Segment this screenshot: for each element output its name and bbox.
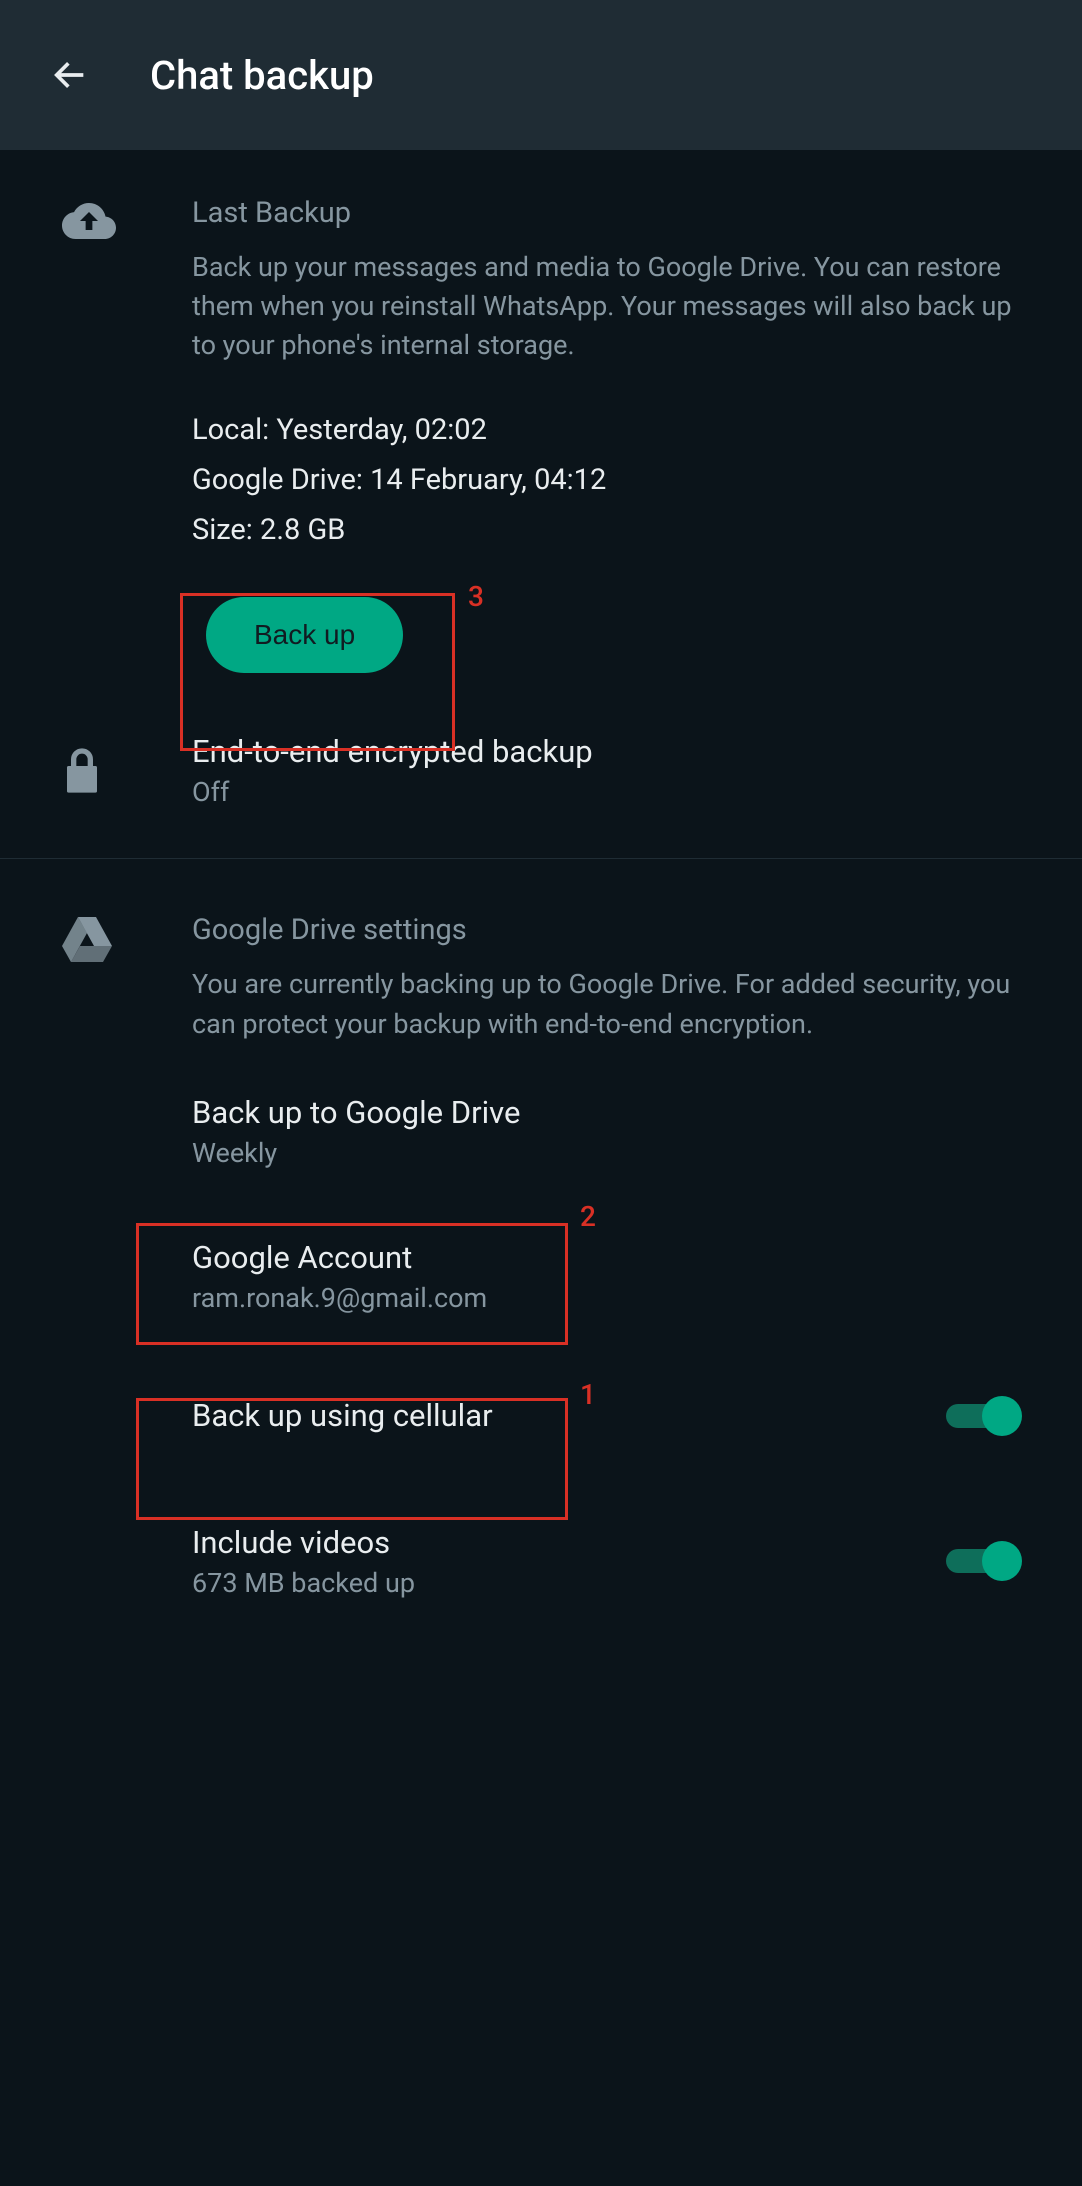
- page-title: Chat backup: [150, 52, 374, 99]
- drive-backup-line: Google Drive: 14 February, 04:12: [192, 463, 1018, 497]
- include-videos-sub: 673 MB backed up: [192, 1567, 922, 1599]
- e2e-status: Off: [192, 776, 1018, 808]
- arrow-left-icon: [50, 55, 90, 95]
- videos-toggle[interactable]: [946, 1541, 1022, 1581]
- size-line: Size: 2.8 GB: [192, 513, 1018, 547]
- app-header: Chat backup: [0, 0, 1082, 150]
- google-account-title: Google Account: [192, 1239, 1018, 1276]
- drive-settings-section: Google Drive settings You are currently …: [0, 859, 1082, 1053]
- google-account-value: ram.ronak.9@gmail.com: [192, 1282, 1018, 1314]
- cellular-toggle[interactable]: [946, 1396, 1022, 1436]
- local-backup-line: Local: Yesterday, 02:02: [192, 413, 1018, 447]
- google-account-row[interactable]: Google Account ram.ronak.9@gmail.com: [0, 1199, 1082, 1344]
- last-backup-heading: Last Backup: [192, 196, 1018, 230]
- e2e-encryption-row[interactable]: End-to-end encrypted backup Off: [0, 673, 1082, 834]
- back-button[interactable]: [46, 51, 94, 99]
- backup-frequency-value: Weekly: [192, 1137, 1018, 1169]
- lock-icon: [62, 746, 102, 796]
- cellular-backup-title: Back up using cellular: [192, 1397, 493, 1434]
- backup-button[interactable]: Back up: [206, 597, 403, 673]
- cellular-backup-row[interactable]: Back up using cellular: [0, 1344, 1082, 1488]
- backup-frequency-row[interactable]: Back up to Google Drive Weekly: [0, 1054, 1082, 1199]
- last-backup-section: Last Backup Back up your messages and me…: [0, 150, 1082, 673]
- drive-settings-description: You are currently backing up to Google D…: [192, 965, 1018, 1043]
- include-videos-row[interactable]: Include videos 673 MB backed up: [0, 1488, 1082, 1635]
- google-drive-icon: [62, 917, 112, 963]
- e2e-title: End-to-end encrypted backup: [192, 733, 1018, 770]
- cloud-upload-icon: [62, 200, 116, 242]
- last-backup-description: Back up your messages and media to Googl…: [192, 248, 1018, 365]
- drive-settings-heading: Google Drive settings: [192, 913, 1018, 947]
- include-videos-title: Include videos: [192, 1524, 922, 1561]
- backup-frequency-title: Back up to Google Drive: [192, 1094, 1018, 1131]
